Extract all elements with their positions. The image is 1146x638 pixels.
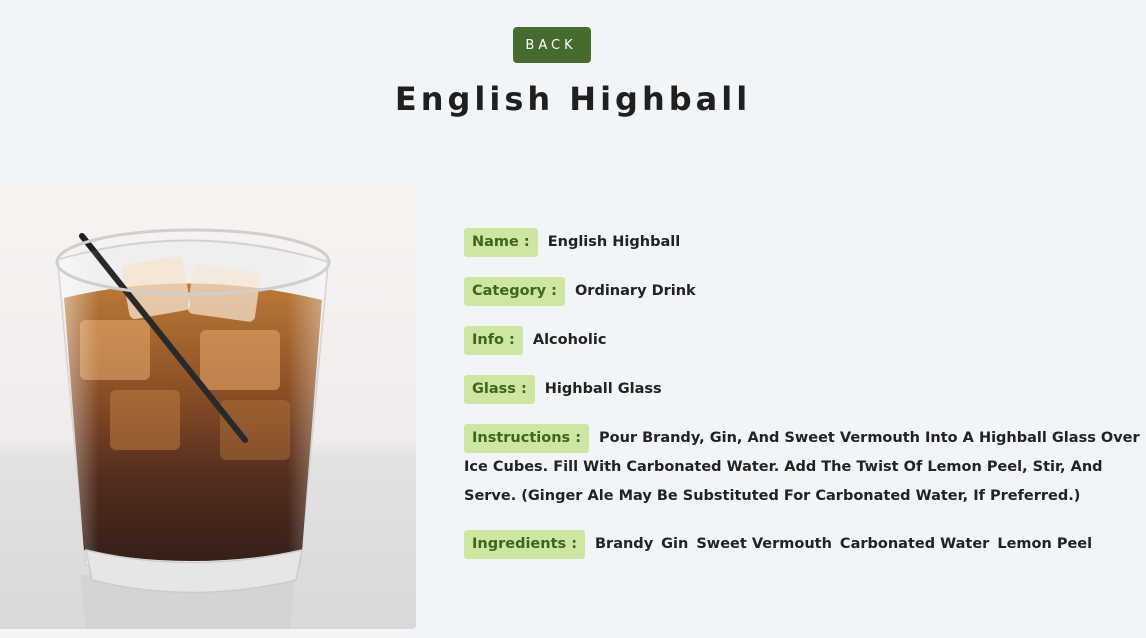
category-row: Category : Ordinary Drink <box>464 277 1140 306</box>
glass-row: Glass : Highball Glass <box>464 375 1140 404</box>
ingredients-row: Ingredients : Brandy Gin Sweet Vermouth Carb… <box>464 530 1140 559</box>
page-title: English Highball <box>394 80 752 118</box>
name-value: English Highball <box>547 234 681 250</box>
info-value: Alcoholic <box>532 332 607 348</box>
info-label: Info : <box>464 326 523 355</box>
back-button[interactable]: BACK <box>513 27 591 63</box>
ingredient-item: Sweet Vermouth <box>696 536 832 552</box>
glass-label: Glass : <box>464 375 535 404</box>
name-label: Name : <box>464 228 538 257</box>
instructions-row: Instructions : Pour Brandy, Gin, And Swee… <box>464 424 1140 511</box>
name-row: Name : English Highball <box>464 228 1140 257</box>
ingredient-item: Gin <box>661 536 689 552</box>
glass-value: Highball Glass <box>544 381 662 397</box>
ingredients-list: Brandy Gin Sweet Vermouth Carbonated Water L… <box>595 536 1100 552</box>
category-label: Category : <box>464 277 565 306</box>
drink-image <box>0 180 416 629</box>
ingredient-item: Lemon Peel <box>997 536 1093 552</box>
info-row: Info : Alcoholic <box>464 326 1140 355</box>
category-value: Ordinary Drink <box>574 283 696 299</box>
ingredient-item: Brandy <box>595 536 654 552</box>
ingredient-item: Carbonated Water <box>839 536 990 552</box>
ingredients-label: Ingredients : <box>464 530 585 559</box>
instructions-label: Instructions : <box>464 424 590 453</box>
